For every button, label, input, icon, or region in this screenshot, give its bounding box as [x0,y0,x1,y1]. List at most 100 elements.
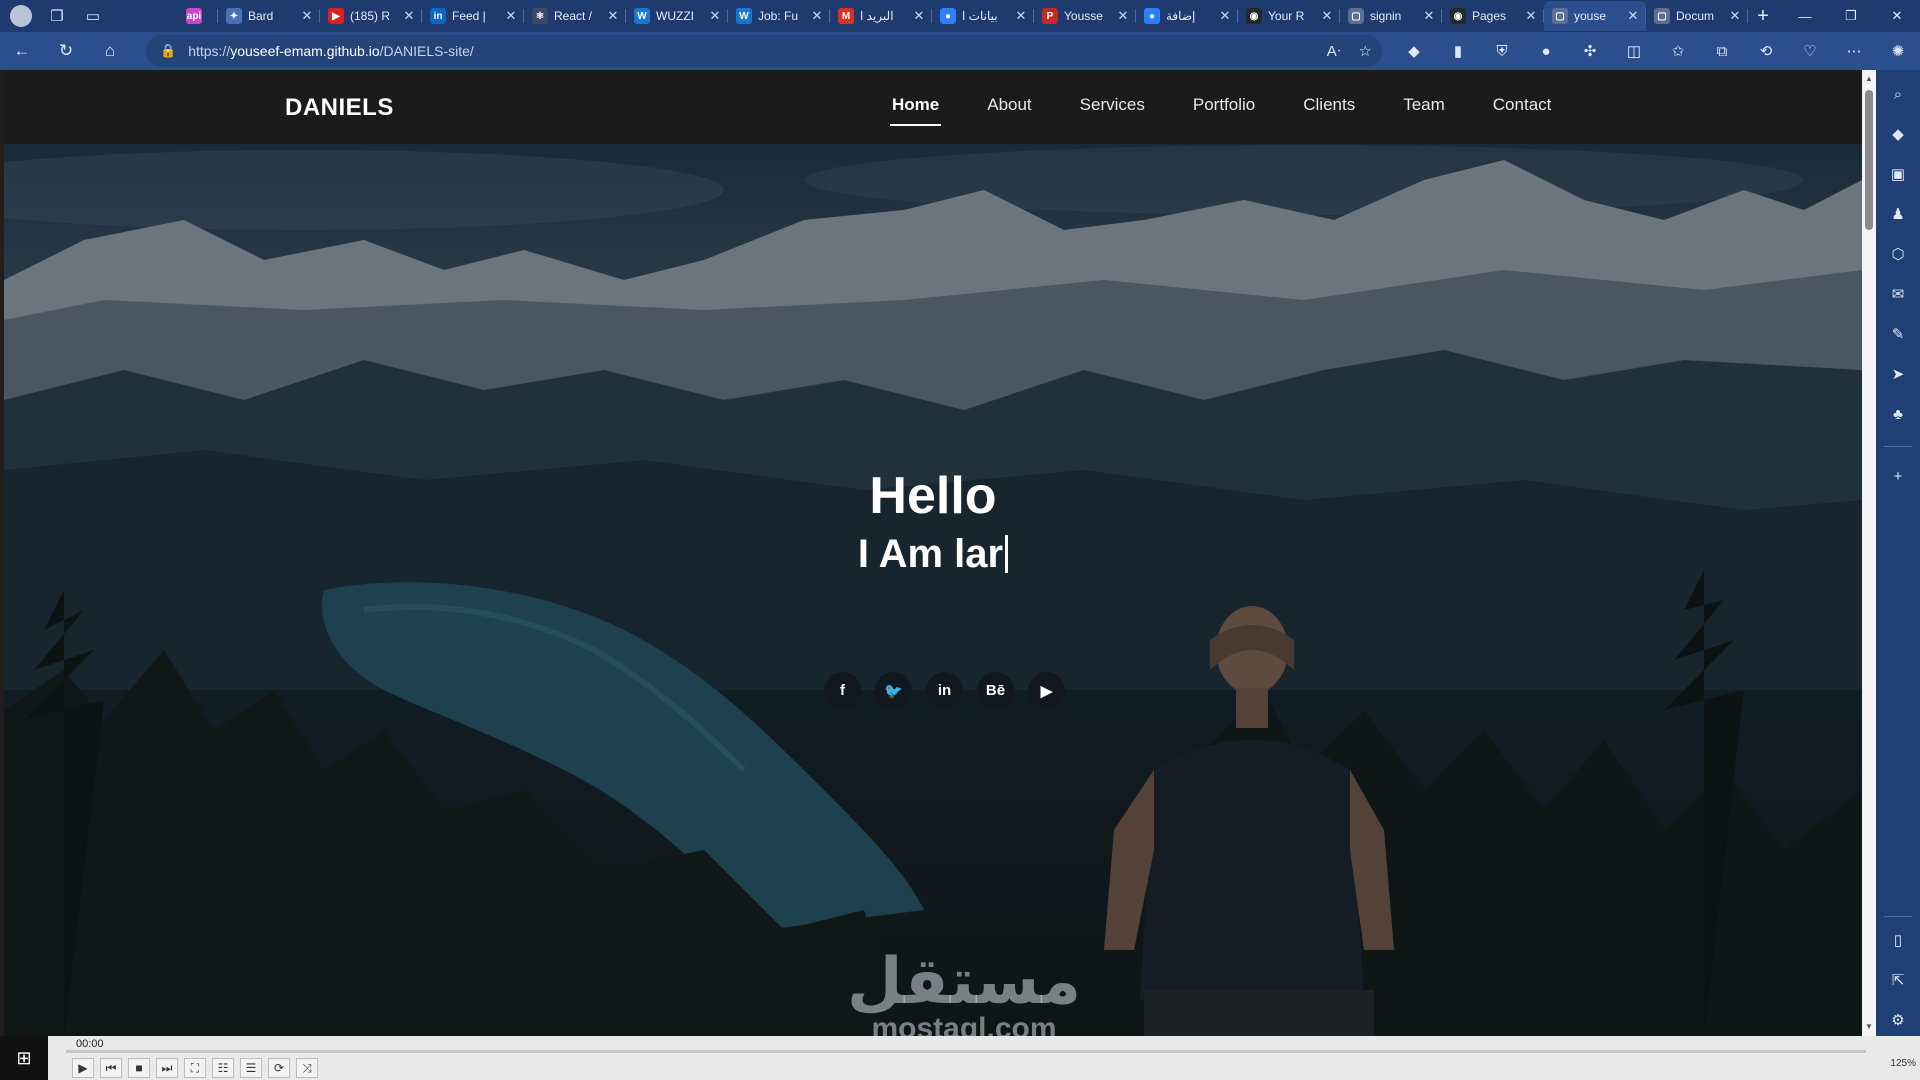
tab-close-icon[interactable]: ✕ [300,8,314,24]
browser-tab[interactable]: ▢ Docum ✕ [1646,1,1748,31]
skip-back-icon[interactable]: ⏮ [100,1058,122,1078]
tab-close-icon[interactable]: ✕ [1320,8,1334,24]
tab-close-icon[interactable]: ✕ [606,8,620,24]
extension-icon[interactable]: ▮ [1436,32,1480,70]
linkedin-icon[interactable]: in [926,672,963,709]
browser-tab[interactable]: W WUZZI ✕ [626,1,728,31]
tab-close-icon[interactable]: ✕ [1626,8,1640,24]
tab-close-icon[interactable]: ✕ [1116,8,1130,24]
history-icon[interactable]: ⟲ [1744,32,1788,70]
outlook-icon[interactable]: ✉ [1886,282,1910,306]
browser-tab[interactable]: W Job: Fu ✕ [728,1,830,31]
performance-icon[interactable]: ♡ [1788,32,1832,70]
playlist-icon[interactable]: ☰ [240,1058,262,1078]
windows-start-icon[interactable]: ⊞ [0,1036,48,1080]
office-icon[interactable]: ⬡ [1886,242,1910,266]
loop-icon[interactable]: ⟳ [268,1058,290,1078]
browser-tab[interactable]: ● إضافة ✕ [1136,1,1238,31]
browser-tab[interactable]: ▶ (185) R ✕ [320,1,422,31]
facebook-icon[interactable]: f [824,672,861,709]
open-external-icon[interactable]: ⇱ [1886,968,1910,992]
profile-avatar[interactable] [10,5,32,27]
add-icon[interactable]: + [1886,464,1910,488]
scroll-thumb[interactable] [1865,90,1873,230]
scroll-up-arrow[interactable]: ▲ [1864,74,1874,84]
split-screen-icon[interactable]: ◫ [1612,32,1656,70]
tab-close-icon[interactable]: ✕ [1422,8,1436,24]
tab-close-icon[interactable]: ✕ [810,8,824,24]
lock-icon[interactable]: 🔒 [160,43,176,59]
nav-link-services[interactable]: Services [1056,70,1169,144]
nav-link-team[interactable]: Team [1379,70,1469,144]
skip-forward-icon[interactable]: ⏭ [156,1058,178,1078]
play-icon[interactable]: ▶ [72,1058,94,1078]
nav-link-about[interactable]: About [963,70,1055,144]
shield-icon[interactable]: ⛨ [1480,32,1524,70]
sidebar-toggle-icon[interactable]: ▯ [1886,928,1910,952]
equalizer-icon[interactable]: ☷ [212,1058,234,1078]
browser-tab[interactable]: in Feed | ✕ [422,1,524,31]
tab-close-icon[interactable]: ✕ [912,8,926,24]
browser-tab[interactable]: ▢ youse ✕ [1544,1,1646,31]
circle-app-icon: ● [940,8,956,24]
address-bar[interactable]: 🔒 https://youseef-emam.github.io/DANIELS… [146,35,1382,67]
tab-close-icon[interactable]: ✕ [1728,8,1742,24]
extension-icon[interactable]: ● [1524,32,1568,70]
extensions-puzzle-icon[interactable]: ✣ [1568,32,1612,70]
nav-link-portfolio[interactable]: Portfolio [1169,70,1279,144]
minimize-button[interactable]: — [1782,0,1828,32]
read-aloud-icon[interactable]: Aᐧ [1327,42,1341,60]
browser-tab[interactable]: P Yousse ✕ [1034,1,1136,31]
extension-icon[interactable]: ◆ [1392,32,1436,70]
nav-link-home[interactable]: Home [868,70,963,144]
tag-icon[interactable]: ◆ [1886,122,1910,146]
twitter-icon[interactable]: 🐦 [875,672,912,709]
shuffle-icon[interactable]: ⤨ [296,1058,318,1078]
browser-tab[interactable]: ✦ Bard ✕ [218,1,320,31]
games-icon[interactable]: ♟ [1886,202,1910,226]
fullscreen-icon[interactable]: ⛶ [184,1058,206,1078]
close-window-button[interactable]: ✕ [1874,0,1920,32]
browser-tab[interactable]: ◉ Pages ✕ [1442,1,1544,31]
scroll-down-arrow[interactable]: ▼ [1864,1022,1874,1032]
favorite-star-icon[interactable]: ☆ [1359,42,1372,60]
page-scrollbar[interactable]: ▲ ▼ [1862,70,1876,1036]
settings-gear-icon[interactable]: ⚙ [1886,1008,1910,1032]
browser-tab[interactable]: M البريد ا ✕ [830,1,932,31]
back-button[interactable]: ← [0,32,44,70]
stop-icon[interactable]: ■ [128,1058,150,1078]
restore-button[interactable]: ❐ [1828,0,1874,32]
more-menu-icon[interactable]: ⋯ [1832,32,1876,70]
browser-tab[interactable]: ⚛ React / ✕ [524,1,626,31]
tab-close-icon[interactable]: ✕ [1014,8,1028,24]
media-seek-bar[interactable] [66,1050,1866,1053]
tab-close-icon[interactable]: ✕ [504,8,518,24]
designer-icon[interactable]: ✎ [1886,322,1910,346]
tree-icon[interactable]: ♣ [1886,402,1910,426]
tab-close-icon[interactable]: ✕ [1218,8,1232,24]
collections-icon[interactable]: ⧉ [1700,32,1744,70]
new-tab-button[interactable]: + [1748,5,1778,28]
workspaces-icon[interactable]: ❐ [46,5,68,27]
copilot-icon[interactable]: ✺ [1876,32,1920,70]
nav-link-contact[interactable]: Contact [1469,70,1576,144]
toolbox-icon[interactable]: ▣ [1886,162,1910,186]
favorites-icon[interactable]: ✩ [1656,32,1700,70]
tab-close-icon[interactable]: ✕ [1524,8,1538,24]
tab-close-icon[interactable]: ✕ [402,8,416,24]
tab-close-icon[interactable]: ✕ [708,8,722,24]
browser-tab[interactable]: ◉ Your R ✕ [1238,1,1340,31]
browser-tab[interactable]: ● بيانات ا ✕ [932,1,1034,31]
send-icon[interactable]: ➤ [1886,362,1910,386]
url-text[interactable]: https://youseef-emam.github.io/DANIELS-s… [188,43,474,59]
site-logo[interactable]: DANIELS [285,94,394,122]
browser-tab[interactable]: ▢ signin ✕ [1340,1,1442,31]
home-button[interactable]: ⌂ [88,32,132,70]
tab-actions-icon[interactable]: ▭ [82,5,104,27]
refresh-button[interactable]: ↻ [44,32,88,70]
browser-tab[interactable]: api [178,1,218,31]
search-icon[interactable]: ⌕ [1886,82,1910,106]
behance-icon[interactable]: Bē [977,672,1014,709]
youtube-icon[interactable]: ▶ [1028,672,1065,709]
nav-link-clients[interactable]: Clients [1279,70,1379,144]
